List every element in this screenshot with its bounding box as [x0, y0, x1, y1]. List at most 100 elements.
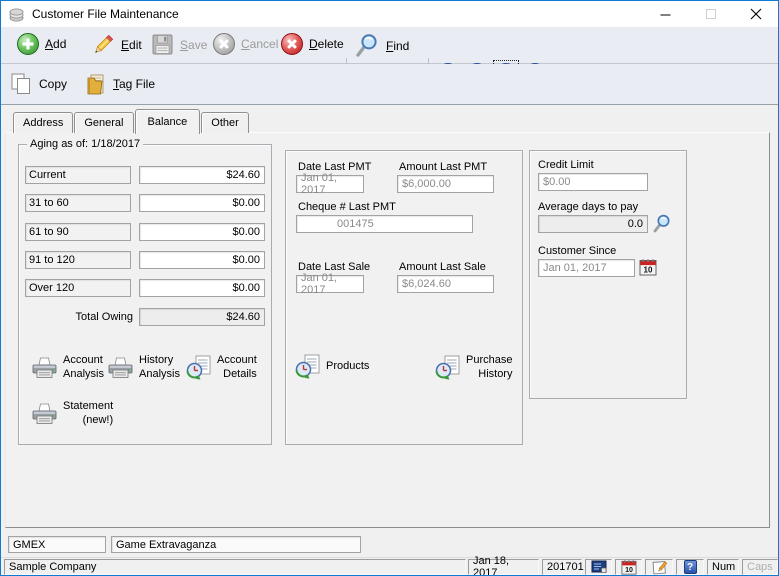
save-button: Save	[151, 33, 207, 56]
calendar-icon: 10	[621, 560, 637, 575]
credit-group: Credit Limit $0.00 Average days to pay 0…	[529, 150, 687, 399]
date-last-pmt-field: Jan 01, 2017	[296, 175, 364, 193]
status-caps-lock-indicator: Caps	[742, 559, 778, 575]
svg-text:10: 10	[625, 567, 633, 574]
tab-general[interactable]: General	[74, 112, 133, 133]
printer-icon	[31, 401, 58, 425]
customer-name-field[interactable]: Game Extravaganza	[111, 536, 361, 553]
company-list-icon	[591, 560, 607, 574]
balance-tab-page: Aging as of: 1/18/2017 Current $24.60 31…	[5, 132, 770, 528]
amount-last-pmt-field: $6,000.00	[397, 175, 494, 193]
printer-icon	[31, 355, 58, 379]
add-button[interactable]: Add	[17, 33, 66, 55]
maximize-button	[688, 1, 733, 27]
aging-row-label: 31 to 60	[25, 194, 131, 212]
tab-balance-label: Balance	[148, 116, 188, 128]
secondary-toolbar: Copy Tag File	[1, 64, 778, 105]
status-notes-button[interactable]	[645, 559, 673, 575]
aging-61-90-field[interactable]: $0.00	[139, 223, 265, 241]
account-details-button[interactable]: Account Details	[185, 353, 257, 382]
aging-group-title: Aging as of: 1/18/2017	[27, 138, 143, 150]
delete-button[interactable]: Delete	[281, 33, 344, 55]
statement-button[interactable]: Statement (new!)	[31, 399, 113, 428]
copy-button[interactable]: Copy	[9, 72, 67, 96]
maximize-icon	[706, 9, 716, 19]
edit-button[interactable]: Edit	[91, 33, 142, 57]
tab-other[interactable]: Other	[201, 112, 249, 133]
status-company-select-button[interactable]	[585, 559, 612, 575]
cheque-number-field: 001475	[296, 215, 473, 233]
cancel-icon	[213, 33, 235, 55]
printer-icon	[107, 355, 134, 379]
amount-last-pmt-label: Amount Last PMT	[399, 161, 487, 173]
status-help-button[interactable]: ?	[676, 559, 704, 575]
copy-icon	[9, 72, 33, 96]
tab-other-label: Other	[211, 117, 239, 129]
tab-strip: Address General Balance Other	[13, 111, 250, 133]
minimize-icon	[660, 9, 671, 20]
customer-file-maintenance-window: Customer File Maintenance Add	[0, 0, 779, 576]
customer-since-label: Customer Since	[538, 245, 616, 257]
tag-file-button[interactable]: Tag File	[85, 72, 155, 96]
total-owing-field: $24.60	[139, 308, 265, 326]
window-title: Customer File Maintenance	[32, 7, 179, 21]
date-last-sale-field: Jan 01, 2017	[296, 275, 364, 293]
credit-limit-field: $0.00	[538, 173, 648, 191]
credit-limit-label: Credit Limit	[538, 159, 594, 171]
tab-balance[interactable]: Balance	[135, 109, 201, 134]
avg-days-to-pay-label: Average days to pay	[538, 201, 638, 213]
status-bar: Sample Company Jan 18, 2017 201701	[1, 557, 778, 576]
status-period-text: 201701	[547, 561, 584, 573]
history-purchase-icon	[434, 354, 461, 381]
status-period-panel: 201701	[542, 559, 582, 575]
main-toolbar: Add Edit Save	[1, 27, 778, 64]
app-icon	[8, 6, 25, 23]
aging-row-label: 61 to 90	[25, 223, 131, 241]
total-owing-label: Total Owing	[25, 311, 133, 323]
note-pencil-icon	[651, 560, 668, 575]
svg-text:10: 10	[644, 266, 653, 275]
aging-row-label: 91 to 120	[25, 251, 131, 269]
products-button[interactable]: Products	[294, 353, 369, 380]
aging-91-120-field[interactable]: $0.00	[139, 251, 265, 269]
cancel-button: Cancel	[213, 33, 278, 55]
aging-row-label: Over 120	[25, 279, 131, 297]
status-company-text: Sample Company	[9, 561, 96, 573]
delete-icon	[281, 33, 303, 55]
customer-since-field: Jan 01, 2017	[538, 259, 635, 277]
titlebar: Customer File Maintenance	[1, 1, 778, 27]
status-date-text: Jan 18, 2017	[473, 555, 534, 576]
status-calendar-button[interactable]: 10	[615, 559, 642, 575]
find-button[interactable]: Find	[353, 32, 409, 59]
close-button[interactable]	[733, 1, 778, 27]
tag-file-folder-icon	[85, 72, 107, 96]
amount-last-sale-field: $6,024.60	[397, 275, 494, 293]
aging-current-field[interactable]: $24.60	[139, 166, 265, 184]
status-date-panel: Jan 18, 2017	[468, 559, 539, 575]
account-analysis-button[interactable]: Account Analysis	[31, 353, 104, 382]
tab-general-label: General	[84, 117, 123, 129]
form-area: Address General Balance Other Aging as o…	[1, 105, 778, 575]
aging-31-60-field[interactable]: $0.00	[139, 194, 265, 212]
customer-code-field[interactable]: GMEX	[8, 536, 106, 553]
cheque-last-pmt-label: Cheque # Last PMT	[298, 201, 396, 213]
avg-days-drilldown-magnifier-icon[interactable]	[651, 213, 672, 234]
history-details-icon	[185, 354, 212, 381]
avg-days-to-pay-field: 0.0	[538, 215, 648, 233]
aging-row-label: Current	[25, 166, 131, 184]
status-num-lock-indicator: Num	[707, 559, 739, 575]
close-icon	[750, 8, 762, 20]
add-icon	[17, 33, 39, 55]
purchase-history-button[interactable]: Purchase History	[434, 353, 512, 382]
history-products-icon	[294, 353, 321, 380]
aging-group: Aging as of: 1/18/2017 Current $24.60 31…	[18, 144, 272, 445]
help-icon: ?	[684, 560, 697, 574]
save-floppy-icon	[151, 33, 174, 56]
tab-address[interactable]: Address	[13, 112, 73, 133]
history-analysis-button[interactable]: History Analysis	[107, 353, 180, 382]
customer-since-calendar-icon[interactable]: 10	[639, 259, 657, 276]
aging-over-120-field[interactable]: $0.00	[139, 279, 265, 297]
minimize-button[interactable]	[643, 1, 688, 27]
payment-group: Date Last PMT Jan 01, 2017 Amount Last P…	[285, 150, 523, 445]
edit-pencil-icon	[91, 33, 115, 57]
